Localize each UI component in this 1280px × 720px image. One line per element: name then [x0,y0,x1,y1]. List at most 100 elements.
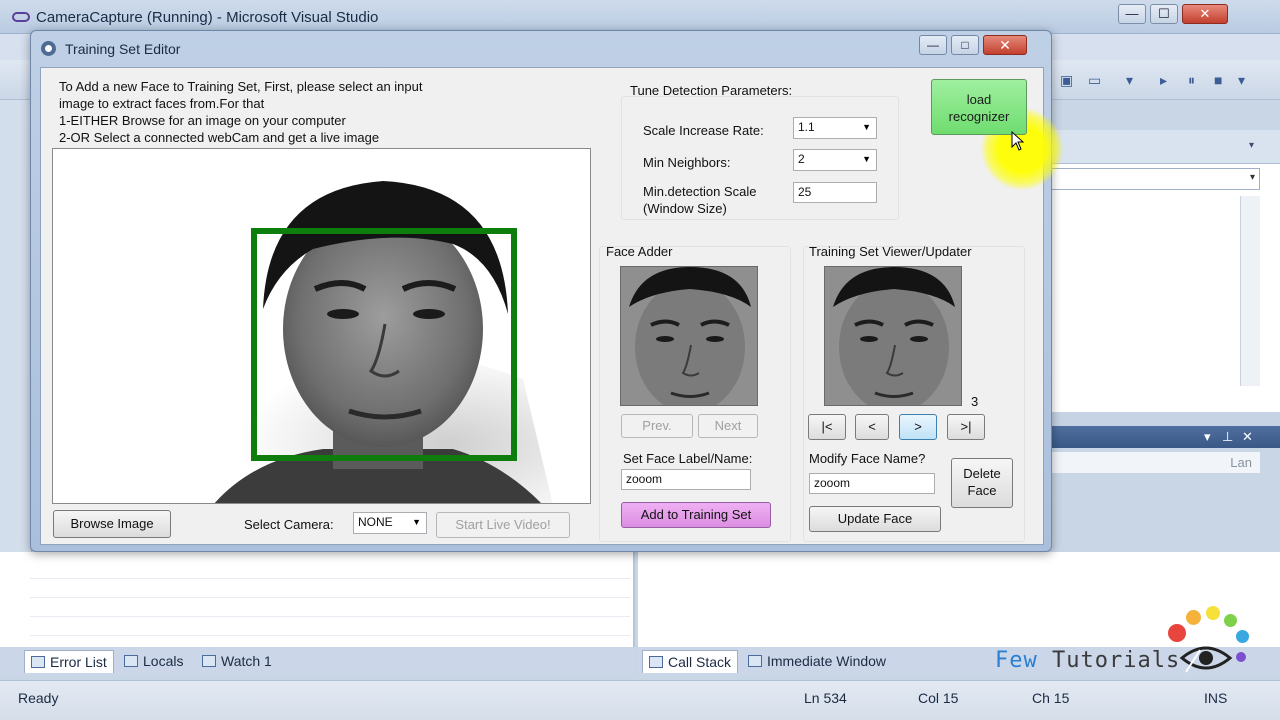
min-neighbors-label: Min Neighbors: [643,155,731,170]
bottom-tabs-left: Error List Locals Watch 1 [0,647,635,675]
window-tool-icon[interactable]: ▭ [1088,72,1101,89]
last-face-button[interactable]: >| [947,414,985,440]
tab-label: Error List [50,654,107,670]
modify-name-prompt: Modify Face Name? [809,451,926,466]
toolbar-overflow-icon[interactable]: ▾ [1238,72,1245,89]
vs-splitter[interactable] [1046,412,1280,426]
face-label-input[interactable]: zooom [621,469,751,490]
vs-minimize-button[interactable]: — [1118,4,1146,24]
delete-face-button[interactable]: Delete Face [951,458,1013,508]
vs-titlebar: CameraCapture (Running) - Microsoft Visu… [0,0,1280,34]
stop-icon[interactable]: ■ [1214,72,1222,88]
vs-right-panel-combo[interactable]: ▾ [1050,168,1260,190]
immediate-window-icon [748,655,762,667]
mouse-cursor-icon [1011,131,1025,151]
combo-arrow-icon: ▾ [1249,172,1255,183]
visual-studio-logo-icon [12,12,30,22]
tab-label: Immediate Window [767,653,887,669]
pause-icon[interactable]: ⏸ [1188,72,1195,89]
instruction-line: To Add a new Face to Training Set, First… [59,79,423,94]
add-to-training-set-button[interactable]: Add to Training Set [621,502,771,528]
tab-immediate-window[interactable]: Immediate Window [742,650,892,673]
tab-label: Locals [143,653,184,669]
tune-heading: Tune Detection Parameters: [630,83,793,98]
instruction-line: 2-OR Select a connected webCam and get a… [59,130,380,145]
delete-face-label: Delete [963,466,1001,481]
first-face-button[interactable]: |< [808,414,846,440]
logo-dot-icon [1206,606,1220,620]
tab-call-stack[interactable]: Call Stack [642,650,739,673]
dropdown-arrow-icon[interactable]: ▾ [1126,72,1133,89]
instructions: To Add a new Face to Training Set, First… [59,78,422,146]
scale-rate-value: 1.1 [798,120,815,134]
vs-close-button[interactable]: ✕ [1182,4,1228,24]
training-face-thumbnail [824,266,962,406]
editor-minimize-button[interactable]: — [919,35,947,55]
detected-face-thumbnail [620,266,758,406]
app-icon [41,41,56,56]
face-thumbnail-image [621,267,757,405]
panel-dropdown-icon[interactable]: ▾ [1249,140,1254,151]
min-scale-label: Min.detection Scale [643,184,757,199]
watermark-text: Few Tutorials [995,648,1180,673]
pane-pin-icon[interactable]: ⊥ [1222,429,1233,445]
editor-client-area: To Add a new Face to Training Set, First… [40,67,1063,545]
pane-column-header: Lan [1050,452,1260,474]
load-recognizer-button[interactable]: load recognizer [931,79,1027,135]
logo-dot-icon [1224,614,1237,627]
update-face-button[interactable]: Update Face [809,506,941,532]
editor-close-button[interactable]: ✕ [983,35,1027,55]
start-live-video-button[interactable]: Start Live Video! [436,512,570,538]
error-list-grid [30,560,630,640]
pane-dropdown-icon[interactable]: ▾ [1204,429,1211,445]
pane-close-icon[interactable]: ✕ [1242,429,1253,445]
tab-watch-1[interactable]: Watch 1 [196,650,278,673]
vs-right-scrollbar[interactable] [1240,196,1260,386]
face-photo [53,149,590,503]
image-tool-icon[interactable]: ▣ [1060,72,1073,89]
logo-dot-icon [1186,610,1201,625]
editor-maximize-button[interactable]: □ [951,35,979,55]
previous-face-button[interactable]: < [855,414,889,440]
tab-locals[interactable]: Locals [118,650,189,673]
next-face-button[interactable]: > [899,414,937,440]
logo-dot-icon [1236,630,1249,643]
play-icon[interactable]: ▸ [1160,72,1167,89]
watermark-word-1: Few [995,648,1038,673]
status-line: Ln 534 [804,690,847,706]
vs-maximize-button[interactable]: ☐ [1150,4,1178,24]
watch-icon [202,655,216,667]
face-prev-button[interactable]: Prev. [621,414,693,438]
face-next-button[interactable]: Next [698,414,758,438]
min-scale-input[interactable]: 25 [793,182,877,203]
tab-label: Watch 1 [221,653,272,669]
instruction-line: 1-EITHER Browse for an image on your com… [59,113,346,128]
lan-column-label: Lan [1230,455,1252,470]
training-face-image [825,267,961,405]
vs-window-title: CameraCapture (Running) - Microsoft Visu… [36,9,379,26]
modify-name-input[interactable]: zooom [809,473,935,494]
browse-image-button[interactable]: Browse Image [53,510,171,538]
watermark-word-2: Tutorials [1052,648,1181,673]
status-ready: Ready [18,690,59,706]
chevron-down-icon: ▼ [862,122,871,132]
chevron-down-icon: ▼ [412,517,421,527]
face-label-prompt: Set Face Label/Name: [623,451,753,466]
scale-rate-select[interactable]: 1.1 ▼ [793,117,877,139]
eye-logo-icon [1179,646,1233,673]
call-stack-icon [649,656,663,668]
logo-dot-icon [1236,652,1246,662]
vs-statusbar: Ready Ln 534 Col 15 Ch 15 INS [0,680,1280,720]
status-char: Ch 15 [1032,690,1070,706]
select-camera-label: Select Camera: [244,517,334,532]
locals-icon [124,655,138,667]
tab-error-list[interactable]: Error List [24,650,114,673]
min-neighbors-select[interactable]: 2 ▼ [793,149,877,171]
min-neighbors-value: 2 [798,152,805,166]
tab-label: Call Stack [668,654,732,670]
load-recognizer-label: recognizer [948,109,1010,124]
chevron-down-icon: ▼ [862,154,871,164]
face-adder-heading: Face Adder [606,244,673,259]
viewer-heading: Training Set Viewer/Updater [809,244,972,259]
camera-select[interactable]: NONE ▼ [353,512,427,534]
